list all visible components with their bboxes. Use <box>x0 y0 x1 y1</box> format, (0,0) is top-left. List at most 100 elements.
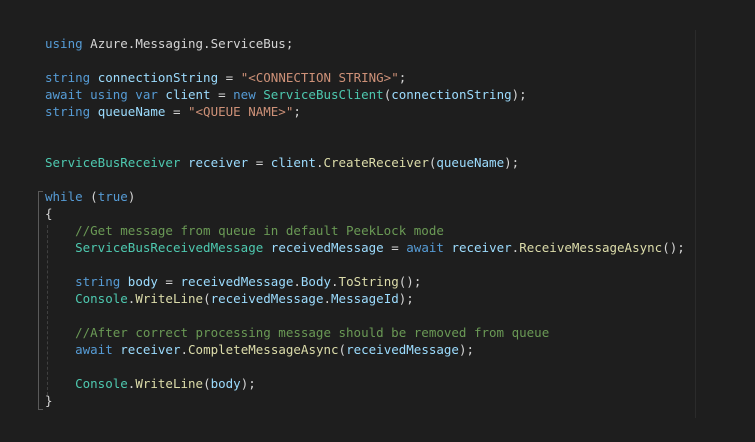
code-token: receivedMessage <box>346 342 459 357</box>
code-token: ); <box>458 342 475 357</box>
code-line[interactable] <box>45 256 685 273</box>
code-token: WriteLine <box>135 291 204 306</box>
code-token: string <box>45 104 91 119</box>
code-line[interactable]: //Get message from queue in default Peek… <box>45 222 685 239</box>
code-line[interactable]: string connectionString = "<CONNECTION S… <box>45 69 685 86</box>
code-token: client <box>270 155 316 170</box>
code-line[interactable]: string queueName = "<QUEUE NAME>"; <box>45 103 685 120</box>
code-token: Console <box>75 291 128 306</box>
code-token: = <box>165 104 188 119</box>
code-token: ); <box>398 291 414 306</box>
code-token: . <box>323 291 332 306</box>
code-token: ( <box>82 189 98 204</box>
code-token: receiver <box>188 155 249 170</box>
code-token: connectionString <box>97 70 219 85</box>
code-token: connectionString <box>391 87 512 102</box>
code-editor[interactable]: using Azure.Messaging.ServiceBus; string… <box>0 0 755 442</box>
code-area[interactable]: using Azure.Messaging.ServiceBus; string… <box>45 35 685 409</box>
code-token: (); <box>662 240 685 255</box>
code-line[interactable] <box>45 358 685 375</box>
code-token: = <box>248 155 271 170</box>
code-token: = <box>157 274 181 289</box>
code-token: Azure.Messaging.ServiceBus; <box>82 36 294 51</box>
code-token: ) <box>127 189 136 204</box>
code-token: receivedMessage <box>210 291 324 306</box>
code-token: while <box>45 189 83 204</box>
code-token: ( <box>203 376 211 391</box>
code-token: . <box>180 342 189 357</box>
code-line[interactable] <box>45 307 685 324</box>
code-token: receivedMessage <box>180 274 294 289</box>
code-token: "<CONNECTION STRING>" <box>240 70 399 85</box>
code-token: ); <box>504 155 520 170</box>
code-token: = <box>218 70 241 85</box>
code-token: await using var <box>45 87 158 102</box>
code-token: //After correct processing message shoul… <box>75 325 550 340</box>
code-token: . <box>331 274 339 289</box>
code-token: queueName <box>97 104 166 119</box>
code-token: ); <box>240 376 256 391</box>
code-token: true <box>97 189 128 204</box>
code-line[interactable]: ServiceBusReceivedMessage receivedMessag… <box>45 239 685 256</box>
code-token: Console <box>75 376 128 391</box>
code-token: (); <box>398 274 422 289</box>
code-line[interactable]: using Azure.Messaging.ServiceBus; <box>45 35 685 52</box>
code-line[interactable]: Console.WriteLine(receivedMessage.Messag… <box>45 290 685 307</box>
code-token: WriteLine <box>135 376 204 391</box>
code-line[interactable] <box>45 52 685 69</box>
code-token: ; <box>398 70 407 85</box>
code-token: MessageId <box>331 291 399 306</box>
code-token: ToString <box>338 274 399 289</box>
code-token: ReceiveMessageAsync <box>519 240 663 255</box>
code-line[interactable]: ServiceBusReceiver receiver = client.Cre… <box>45 154 685 171</box>
code-token: client <box>165 87 211 102</box>
code-token: ServiceBusReceivedMessage <box>75 240 264 255</box>
code-token: . <box>293 274 301 289</box>
code-token: ServiceBusReceiver <box>45 155 181 170</box>
code-token: receivedMessage <box>270 240 384 255</box>
fold-bracket[interactable] <box>38 191 43 410</box>
code-token: ; <box>293 104 301 119</box>
code-line[interactable] <box>45 120 685 137</box>
code-token: receiver <box>451 240 512 255</box>
code-token: using <box>45 36 83 51</box>
code-token: "<QUEUE NAME>" <box>188 104 294 119</box>
code-line[interactable]: //After correct processing message shoul… <box>45 324 685 341</box>
code-line[interactable]: await using var client = new ServiceBusC… <box>45 86 685 103</box>
code-token: string <box>75 274 121 289</box>
code-token: { <box>45 206 53 221</box>
code-line[interactable]: { <box>45 205 685 222</box>
code-line[interactable] <box>45 137 685 154</box>
code-token: ServiceBusClient <box>263 87 384 102</box>
editor-panel-edge <box>695 30 696 418</box>
code-token: body <box>127 274 158 289</box>
code-line[interactable]: while (true) <box>45 188 685 205</box>
code-token: new <box>233 87 256 102</box>
code-token: ( <box>338 342 347 357</box>
code-token: ); <box>511 87 527 102</box>
code-line[interactable]: } <box>45 392 685 409</box>
code-line[interactable] <box>45 171 685 188</box>
code-line[interactable]: await receiver.CompleteMessageAsync(rece… <box>45 341 685 358</box>
code-line[interactable]: string body = receivedMessage.Body.ToStr… <box>45 273 685 290</box>
code-token: await <box>75 342 113 357</box>
code-token: await <box>406 240 444 255</box>
code-line[interactable]: Console.WriteLine(body); <box>45 375 685 392</box>
code-token: ( <box>203 291 211 306</box>
code-token: receiver <box>120 342 181 357</box>
code-token: string <box>45 70 91 85</box>
code-token: CompleteMessageAsync <box>188 342 339 357</box>
code-token: = <box>383 240 407 255</box>
